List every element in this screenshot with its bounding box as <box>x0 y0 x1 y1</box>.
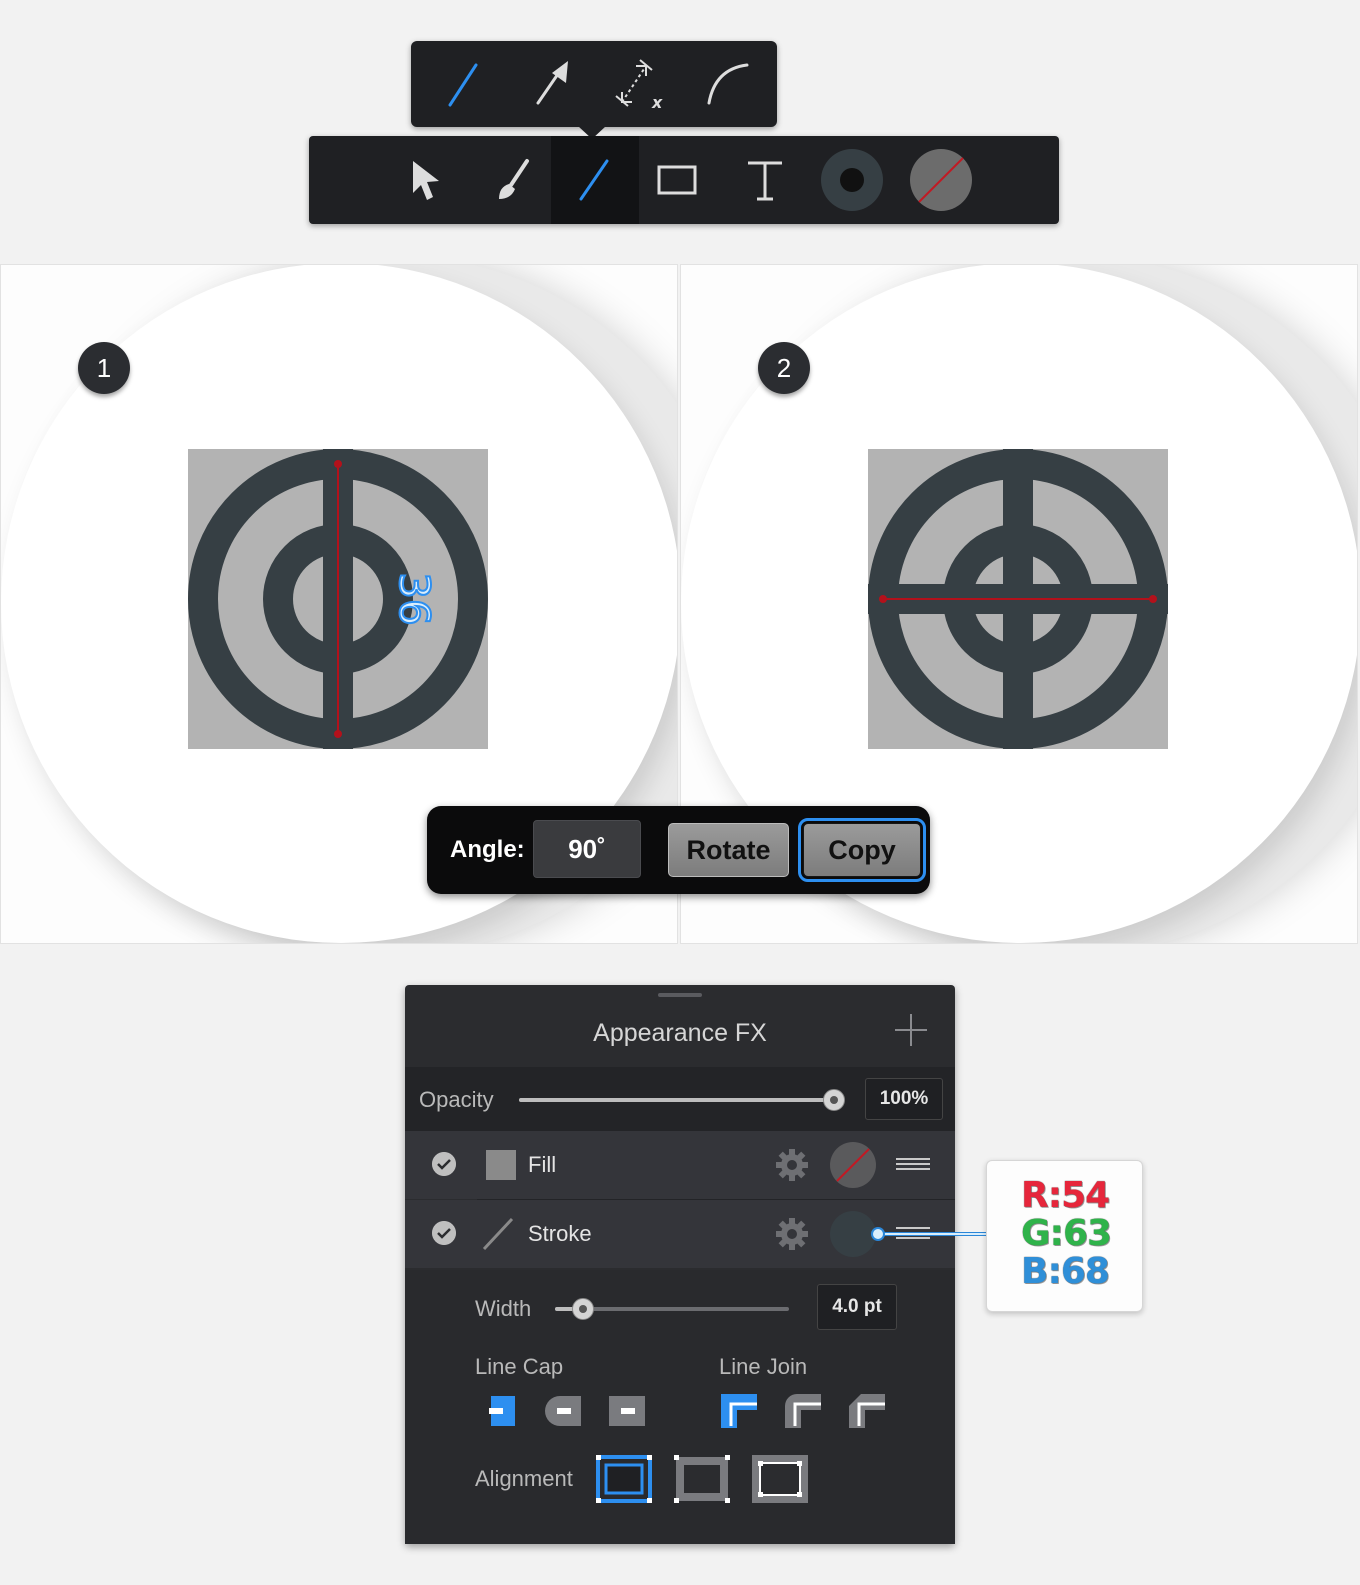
rgb-color-callout: R:54 G:63 B:68 <box>986 1160 1143 1312</box>
main-toolbar <box>309 136 1059 224</box>
text-tool-button[interactable] <box>721 136 809 224</box>
arc-icon <box>707 63 749 105</box>
add-icon[interactable] <box>892 1011 930 1049</box>
checkmark-icon[interactable] <box>432 1221 456 1245</box>
miter-join-icon[interactable] <box>719 1392 759 1430</box>
line-tools-popup: x <box>411 41 777 139</box>
gear-icon[interactable] <box>775 1148 809 1182</box>
blue-value: B:68 <box>1021 1251 1110 1292</box>
rotate-dialog: Angle: 90˚ Rotate Copy <box>427 806 930 894</box>
line-icon <box>448 63 478 107</box>
line-tool-button-main[interactable] <box>551 136 639 224</box>
angle-label: Angle: <box>450 836 525 863</box>
opacity-slider[interactable] <box>519 1098 834 1102</box>
stroke-color-swatch[interactable] <box>829 1210 877 1258</box>
bevel-join-icon[interactable] <box>847 1392 887 1430</box>
fill-layer-label: Fill <box>528 1152 557 1177</box>
rotate-button[interactable]: Rotate <box>668 823 789 877</box>
stroke-options: Width 4.0 pt Line Cap Line Join Alignmen… <box>405 1270 955 1544</box>
fill-color-button[interactable] <box>808 136 896 224</box>
red-value: R:54 <box>1021 1175 1110 1216</box>
fill-square-icon <box>486 1150 516 1180</box>
brush-tool-button[interactable] <box>469 136 557 224</box>
rectangle-tool-button[interactable] <box>633 136 721 224</box>
select-tool-button[interactable] <box>381 136 469 224</box>
green-value: G:63 <box>1021 1213 1112 1254</box>
opacity-value-field[interactable]: 100% <box>865 1078 943 1120</box>
opacity-label: Opacity <box>419 1087 494 1112</box>
stroke-color-button[interactable] <box>897 136 985 224</box>
target-icon-artboard[interactable]: 36 <box>188 449 488 749</box>
target-icon-artboard[interactable] <box>868 449 1168 749</box>
reorder-handle-icon[interactable] <box>896 1156 930 1172</box>
text-icon <box>748 161 782 201</box>
butt-cap-icon[interactable] <box>489 1394 517 1428</box>
align-inside-icon[interactable] <box>595 1454 653 1504</box>
brush-icon <box>499 159 529 199</box>
cursor-arrow-icon <box>413 161 439 200</box>
step-panels: 1 36 2 Angle: 90˚ Rotate Copy <box>0 264 1360 944</box>
alignment-label: Alignment <box>475 1466 573 1491</box>
step-badge: 1 <box>78 342 130 394</box>
callout-anchor-dot <box>871 1227 885 1241</box>
stroke-layer-label: Stroke <box>528 1221 592 1246</box>
width-slider-knob[interactable] <box>572 1298 595 1320</box>
opacity-row: Opacity 100% <box>405 1067 955 1131</box>
dimension-tool-button[interactable]: x <box>595 41 685 127</box>
panel-title: Appearance FX <box>593 1019 767 1047</box>
dimension-label: 36 <box>390 572 439 625</box>
line-cap-label: Line Cap <box>475 1354 564 1379</box>
arc-tool-button[interactable] <box>683 41 773 127</box>
no-color-swatch-icon <box>910 149 972 211</box>
angle-input[interactable]: 90˚ <box>533 820 641 878</box>
appearance-panel: Appearance FX Opacity 100% Fill Stroke W… <box>405 985 955 1544</box>
square-cap-icon[interactable] <box>607 1394 647 1428</box>
no-color-swatch-icon[interactable] <box>829 1141 877 1189</box>
checkmark-icon[interactable] <box>432 1152 456 1176</box>
callout-connector <box>879 1232 986 1236</box>
rectangle-icon <box>657 165 697 195</box>
opacity-slider-fill <box>519 1098 834 1102</box>
arrow-tool-button[interactable] <box>507 41 597 127</box>
gear-icon[interactable] <box>775 1217 809 1251</box>
fill-swatch-icon <box>821 149 883 211</box>
width-value-field[interactable]: 4.0 pt <box>817 1284 897 1330</box>
align-center-icon[interactable] <box>673 1454 731 1504</box>
line-icon <box>579 159 609 201</box>
round-cap-icon[interactable] <box>543 1394 583 1428</box>
panel-grabber[interactable] <box>658 993 702 997</box>
line-join-label: Line Join <box>719 1354 808 1379</box>
step-badge: 2 <box>758 342 810 394</box>
align-outside-icon[interactable] <box>751 1454 809 1504</box>
round-join-icon[interactable] <box>783 1392 823 1430</box>
fill-layer-row[interactable]: Fill <box>405 1131 955 1199</box>
line-tool-button[interactable] <box>419 41 509 127</box>
stroke-line-icon <box>482 1217 514 1251</box>
opacity-slider-knob[interactable] <box>823 1089 845 1111</box>
arrow-icon <box>536 61 568 105</box>
dimension-icon: x <box>615 59 663 110</box>
width-label: Width <box>475 1296 532 1321</box>
svg-text:x: x <box>651 93 663 110</box>
copy-button[interactable]: Copy <box>798 818 926 882</box>
